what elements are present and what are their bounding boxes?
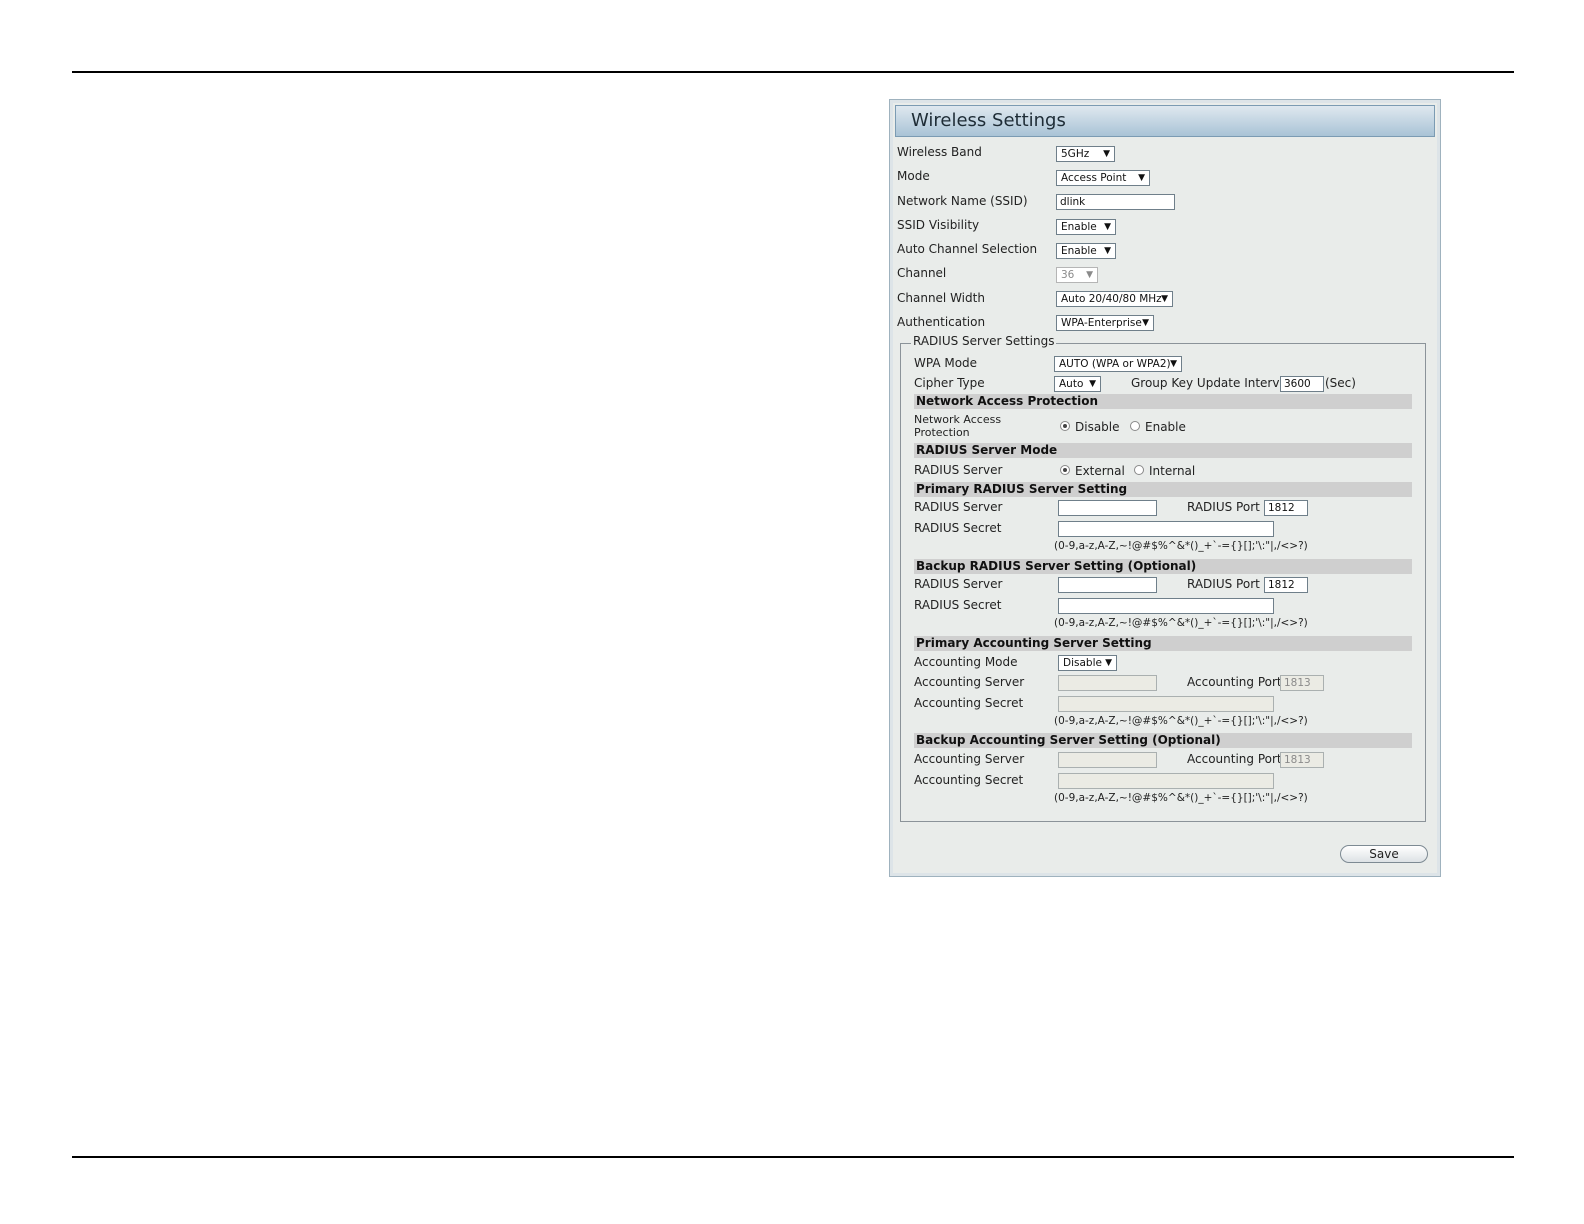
- backup-radius-server-label: RADIUS Server: [914, 577, 1003, 591]
- primary-radius-server-input[interactable]: [1058, 500, 1157, 516]
- ssid-visibility-select[interactable]: Enable ▼: [1056, 219, 1116, 235]
- chevron-down-icon: ▼: [1089, 379, 1096, 389]
- mode-select[interactable]: Access Point ▼: [1056, 170, 1150, 186]
- accounting-mode-select[interactable]: Disable ▼: [1058, 655, 1117, 671]
- auto-channel-label: Auto Channel Selection: [897, 242, 1038, 256]
- accounting-mode-label: Accounting Mode: [914, 655, 1018, 669]
- backup-accounting-server-label: Accounting Server: [914, 752, 1025, 766]
- nap-disable-label: Disable: [1075, 420, 1120, 434]
- chevron-down-icon: ▼: [1103, 149, 1110, 159]
- primary-accounting-secret-label: Accounting Secret: [914, 696, 1024, 710]
- backup-accounting-server-input[interactable]: [1058, 752, 1157, 768]
- radius-external-label: External: [1075, 464, 1125, 478]
- authentication-value: WPA-Enterprise: [1061, 317, 1142, 329]
- group-key-input[interactable]: 3600: [1280, 376, 1324, 392]
- channel-label: Channel: [897, 266, 947, 280]
- backup-radius-port-input[interactable]: 1812: [1264, 577, 1308, 593]
- wireless-band-label: Wireless Band: [897, 145, 982, 159]
- backup-radius-secret-label: RADIUS Secret: [914, 598, 1002, 612]
- channel-width-value: Auto 20/40/80 MHz: [1061, 293, 1162, 305]
- primary-accounting-server-label: Accounting Server: [914, 675, 1025, 689]
- primary-radius-secret-label: RADIUS Secret: [914, 521, 1002, 535]
- cipher-type-value: Auto: [1059, 378, 1084, 390]
- primary-radius-secret-hint: (0-9,a-z,A-Z,~!@#$%^&*()_+`-={}[];'\:"|,…: [1054, 540, 1308, 552]
- backup-radius-server-input[interactable]: [1058, 577, 1157, 593]
- radius-mode-label: RADIUS Server: [914, 463, 1003, 477]
- primary-accounting-header: Primary Accounting Server Setting: [914, 636, 1412, 651]
- backup-accounting-header: Backup Accounting Server Setting (Option…: [914, 733, 1412, 748]
- wireless-band-value: 5GHz: [1061, 148, 1090, 160]
- primary-radius-secret-input[interactable]: [1058, 521, 1274, 537]
- auto-channel-value: Enable: [1061, 245, 1097, 257]
- panel-title: Wireless Settings: [895, 105, 1435, 137]
- backup-accounting-secret-label: Accounting Secret: [914, 773, 1024, 787]
- authentication-label: Authentication: [897, 315, 986, 329]
- save-button[interactable]: Save: [1340, 845, 1428, 863]
- radius-mode-header: RADIUS Server Mode: [914, 443, 1412, 458]
- accounting-mode-value: Disable: [1063, 657, 1102, 669]
- nap-label: Network Access Protection: [914, 413, 1002, 439]
- chevron-down-icon: ▼: [1161, 294, 1168, 304]
- primary-radius-server-label: RADIUS Server: [914, 500, 1003, 514]
- channel-width-label: Channel Width: [897, 291, 985, 305]
- backup-radius-secret-input[interactable]: [1058, 598, 1274, 614]
- primary-accounting-secret-input[interactable]: [1058, 696, 1274, 712]
- wpa-mode-label: WPA Mode: [914, 356, 978, 370]
- backup-radius-header: Backup RADIUS Server Setting (Optional): [914, 559, 1412, 574]
- nap-enable-radio[interactable]: [1130, 421, 1140, 431]
- channel-width-select[interactable]: Auto 20/40/80 MHz ▼: [1056, 291, 1173, 307]
- primary-accounting-secret-hint: (0-9,a-z,A-Z,~!@#$%^&*()_+`-={}[];'\:"|,…: [1054, 715, 1308, 727]
- chevron-down-icon: ▼: [1105, 658, 1112, 668]
- group-key-label: Group Key Update Interval: [1131, 376, 1291, 390]
- nap-enable-label: Enable: [1145, 420, 1186, 434]
- primary-radius-port-label: RADIUS Port: [1187, 500, 1260, 514]
- primary-accounting-port-label: Accounting Port: [1187, 675, 1282, 689]
- cipher-type-label: Cipher Type: [914, 376, 985, 390]
- wireless-band-select[interactable]: 5GHz ▼: [1056, 146, 1115, 162]
- mode-value: Access Point: [1061, 172, 1127, 184]
- chevron-down-icon: ▼: [1104, 246, 1111, 256]
- auto-channel-select[interactable]: Enable ▼: [1056, 243, 1116, 259]
- backup-radius-secret-hint: (0-9,a-z,A-Z,~!@#$%^&*()_+`-={}[];'\:"|,…: [1054, 617, 1308, 629]
- radius-internal-radio[interactable]: [1134, 465, 1144, 475]
- cipher-type-select[interactable]: Auto ▼: [1054, 376, 1101, 392]
- ssid-input[interactable]: dlink: [1056, 194, 1175, 210]
- backup-accounting-secret-hint: (0-9,a-z,A-Z,~!@#$%^&*()_+`-={}[];'\:"|,…: [1054, 792, 1308, 804]
- channel-value: 36: [1061, 269, 1075, 281]
- wireless-settings-panel: Wireless Settings Wireless Band 5GHz ▼ Mo…: [889, 99, 1441, 877]
- backup-accounting-secret-input[interactable]: [1058, 773, 1274, 789]
- chevron-down-icon: ▼: [1086, 270, 1093, 280]
- backup-accounting-port-label: Accounting Port: [1187, 752, 1282, 766]
- group-key-unit: (Sec): [1325, 376, 1356, 390]
- primary-accounting-port-input[interactable]: 1813: [1280, 675, 1324, 691]
- nap-disable-radio[interactable]: [1060, 421, 1070, 431]
- radius-external-radio[interactable]: [1060, 465, 1070, 475]
- bottom-rule: [72, 1156, 1514, 1158]
- mode-label: Mode: [897, 169, 930, 183]
- ssid-visibility-label: SSID Visibility: [897, 218, 980, 232]
- channel-select[interactable]: 36 ▼: [1056, 267, 1098, 283]
- backup-radius-port-label: RADIUS Port: [1187, 577, 1260, 591]
- nap-header: Network Access Protection: [914, 394, 1412, 409]
- radius-internal-label: Internal: [1149, 464, 1196, 478]
- ssid-label: Network Name (SSID): [897, 194, 1028, 208]
- chevron-down-icon: ▼: [1170, 359, 1177, 369]
- backup-accounting-port-input[interactable]: 1813: [1280, 752, 1324, 768]
- top-rule: [72, 71, 1514, 73]
- wpa-mode-value: AUTO (WPA or WPA2): [1059, 358, 1171, 370]
- authentication-select[interactable]: WPA-Enterprise ▼: [1056, 315, 1154, 331]
- wpa-mode-select[interactable]: AUTO (WPA or WPA2) ▼: [1054, 356, 1182, 372]
- primary-radius-port-input[interactable]: 1812: [1264, 500, 1308, 516]
- chevron-down-icon: ▼: [1142, 318, 1149, 328]
- primary-radius-header: Primary RADIUS Server Setting: [914, 482, 1412, 497]
- primary-accounting-server-input[interactable]: [1058, 675, 1157, 691]
- ssid-visibility-value: Enable: [1061, 221, 1097, 233]
- radius-settings-legend: RADIUS Server Settings: [911, 334, 1057, 348]
- chevron-down-icon: ▼: [1138, 173, 1145, 183]
- chevron-down-icon: ▼: [1104, 222, 1111, 232]
